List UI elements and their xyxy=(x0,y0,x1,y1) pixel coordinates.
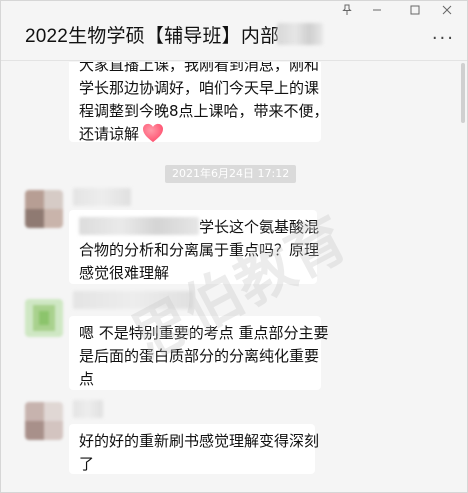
maximize-icon[interactable] xyxy=(403,3,427,21)
message-bubble[interactable]: 大家直播上课，我刚看到消息，刚和 学长那边协调好，咱们今天早上的课 程调整到今晚… xyxy=(69,62,329,143)
message-bubble[interactable]: 嗯 不是特别重要的考点 重点部分主要 是后面的蛋白质部分的分离纯化重要 点 xyxy=(69,316,329,390)
message-text: 感觉很难理解 xyxy=(79,264,170,282)
title-redaction xyxy=(277,23,323,45)
message-text: 合物的分析和分离属于重点吗？原理 xyxy=(79,241,320,259)
message-bubble[interactable]: 好的好的重新刷书感觉理解变得深刻 了 xyxy=(69,424,320,474)
message-text: 还请谅解 xyxy=(79,125,140,143)
mention-redaction xyxy=(79,217,199,235)
message-list: 大家直播上课，我刚看到消息，刚和 学长那边协调好，咱们今天早上的课 程调整到今晚… xyxy=(1,62,467,492)
more-options-icon[interactable]: ··· xyxy=(432,28,455,49)
sender-name-redaction xyxy=(73,188,131,206)
message-text: 大家直播上课，我刚看到消息，刚和 xyxy=(79,62,320,74)
message-text: 程调整到今晚8点上课哈，带来不便， xyxy=(79,102,329,120)
message-bubble[interactable]: 学长这个氨基酸混 合物的分析和分离属于重点吗？原理 感觉很难理解 xyxy=(69,210,320,284)
message-text: 是后面的蛋白质部分的分离纯化重要 xyxy=(79,347,320,365)
close-icon[interactable] xyxy=(435,3,459,21)
heart-emoji-icon xyxy=(143,123,164,143)
message-timestamp: 2021年6月24日 17:12 xyxy=(165,165,297,183)
message-text: 嗯 不是特别重要的考点 重点部分主要 xyxy=(79,324,329,342)
avatar[interactable] xyxy=(25,299,63,337)
pin-icon[interactable] xyxy=(335,3,359,21)
sender-name-redaction xyxy=(73,400,103,418)
message-text: 点 xyxy=(79,370,95,388)
minimize-icon[interactable] xyxy=(365,3,389,21)
chat-title[interactable]: 2022生物学硕【辅导班】内部... xyxy=(25,21,296,48)
message-text: 学长这个氨基酸混 xyxy=(199,218,320,236)
sender-name-redaction xyxy=(73,291,193,309)
message-text: 好的好的重新刷书感觉理解变得深刻 xyxy=(79,432,320,450)
avatar[interactable] xyxy=(25,190,63,228)
message-text: 学长那边协调好，咱们今天早上的课 xyxy=(79,79,320,97)
message-text-with-emoji: 还请谅解 xyxy=(79,123,311,146)
chat-header: 2022生物学硕【辅导班】内部... ··· xyxy=(1,1,467,61)
message-first-line: 学长这个氨基酸混 xyxy=(79,216,319,239)
message-text: 了 xyxy=(79,455,95,473)
avatar[interactable] xyxy=(25,402,63,440)
